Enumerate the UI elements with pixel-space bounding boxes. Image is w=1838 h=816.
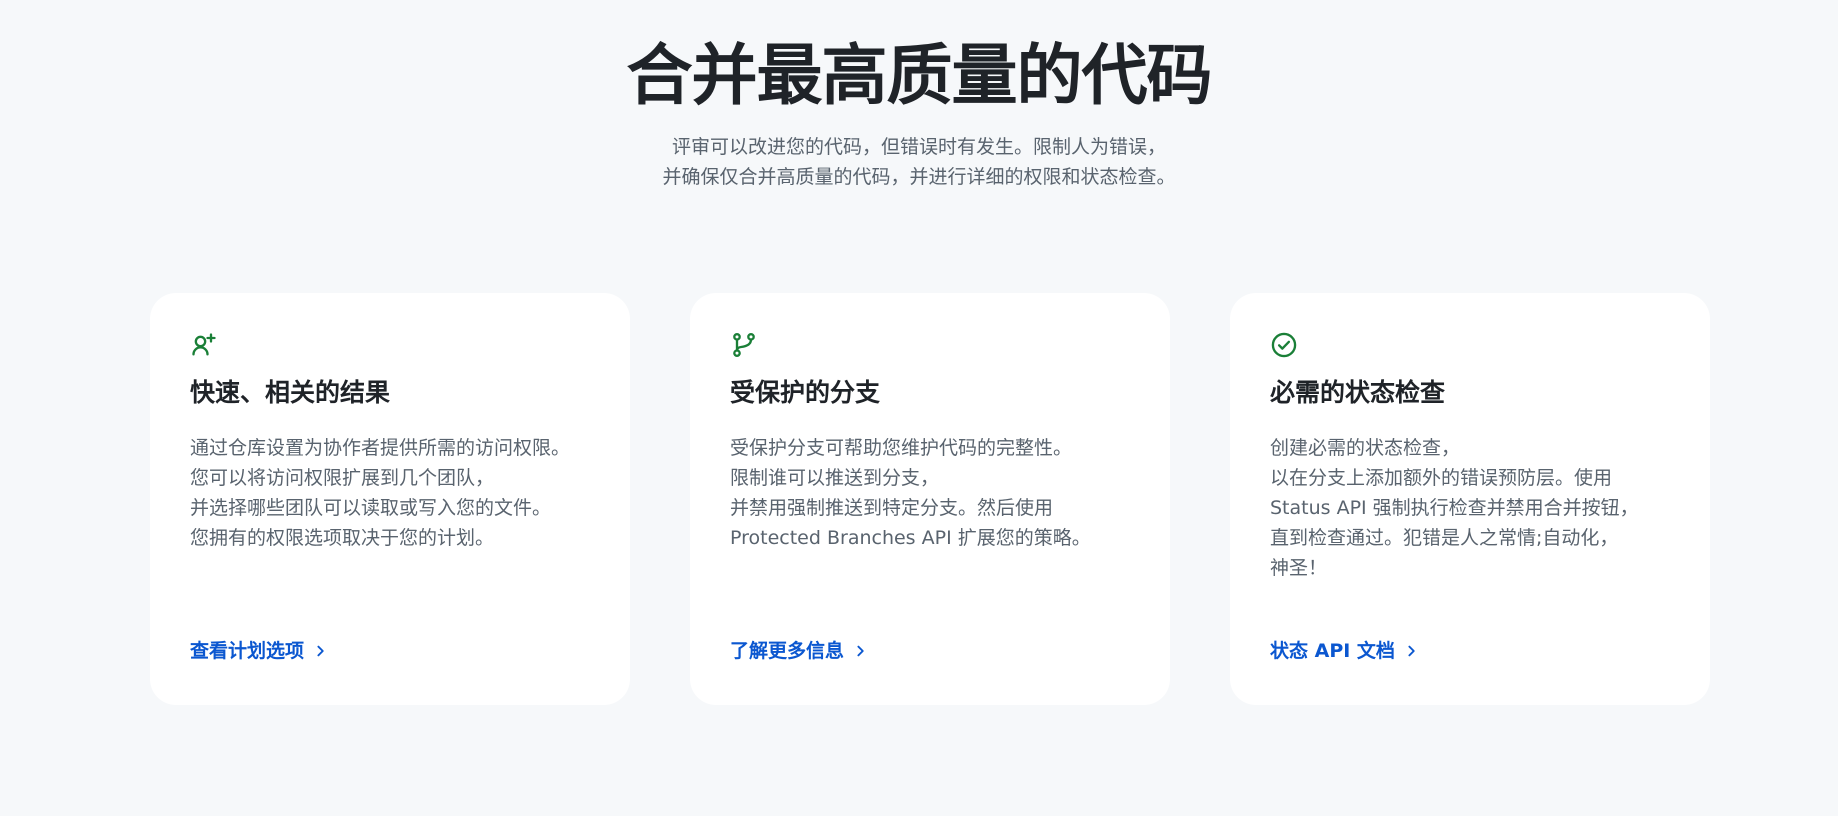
learn-more-link[interactable]: 了解更多信息 xyxy=(730,637,868,665)
git-branch-icon xyxy=(730,331,758,359)
hero-subtitle-line-1: 评审可以改进您的代码，但错误时有发生。限制人为错误， xyxy=(671,136,1166,158)
card-description-line: 创建必需的状态检查， xyxy=(1270,437,1461,459)
hero-subtitle: 评审可以改进您的代码，但错误时有发生。限制人为错误， 并确保仅合并高质量的代码，… xyxy=(419,132,1419,192)
card-link-label: 状态 API 文档 xyxy=(1270,640,1395,662)
card-description: 通过仓库设置为协作者提供所需的访问权限。 您可以将访问权限扩展到几个团队， 并选… xyxy=(190,433,590,553)
status-api-docs-link[interactable]: 状态 API 文档 xyxy=(1270,637,1419,665)
chevron-right-icon xyxy=(854,644,868,658)
card-link-label: 了解更多信息 xyxy=(730,640,845,662)
card-description-line: 并选择哪些团队可以读取或写入您的文件。 xyxy=(190,497,552,519)
card-title: 必需的状态检查 xyxy=(1270,378,1446,407)
card-description-line: Protected Branches API 扩展您的策略。 xyxy=(730,527,1091,549)
card-description-line: 神圣！ xyxy=(1270,557,1328,579)
feature-cards: 快速、相关的结果 通过仓库设置为协作者提供所需的访问权限。 您可以将访问权限扩展… xyxy=(150,293,1710,705)
hero-section: 合并最高质量的代码 评审可以改进您的代码，但错误时有发生。限制人为错误， 并确保… xyxy=(0,34,1838,192)
chevron-right-icon xyxy=(314,644,328,658)
card-description: 创建必需的状态检查， 以在分支上添加额外的错误预防层。使用 Status API… xyxy=(1270,433,1670,583)
card-title: 受保护的分支 xyxy=(730,378,881,407)
card-title: 快速、相关的结果 xyxy=(190,378,391,407)
feature-card-protected-branches: 受保护的分支 受保护分支可帮助您维护代码的完整性。 限制谁可以推送到分支， 并禁… xyxy=(690,293,1170,705)
feature-card-permissions: 快速、相关的结果 通过仓库设置为协作者提供所需的访问权限。 您可以将访问权限扩展… xyxy=(150,293,630,705)
card-description-line: 以在分支上添加额外的错误预防层。使用 xyxy=(1270,467,1613,489)
card-description-line: 您拥有的权限选项取决于您的计划。 xyxy=(190,527,495,549)
hero-subtitle-line-2: 并确保仅合并高质量的代码，并进行详细的权限和状态检查。 xyxy=(662,166,1176,188)
card-description-line: 限制谁可以推送到分支， xyxy=(730,467,940,489)
page: 合并最高质量的代码 评审可以改进您的代码，但错误时有发生。限制人为错误， 并确保… xyxy=(0,0,1838,816)
chevron-right-icon xyxy=(1405,644,1419,658)
feature-card-status-checks: 必需的状态检查 创建必需的状态检查， 以在分支上添加额外的错误预防层。使用 St… xyxy=(1230,293,1710,705)
card-description-line: 直到检查通过。犯错是人之常情;自动化， xyxy=(1270,527,1619,549)
person-add-icon xyxy=(190,331,218,359)
card-description-line: 并禁用强制推送到特定分支。然后使用 xyxy=(730,497,1054,519)
card-description-line: 通过仓库设置为协作者提供所需的访问权限。 xyxy=(190,437,571,459)
card-description: 受保护分支可帮助您维护代码的完整性。 限制谁可以推送到分支， 并禁用强制推送到特… xyxy=(730,433,1130,553)
check-circle-icon xyxy=(1270,331,1298,359)
card-description-line: 您可以将访问权限扩展到几个团队， xyxy=(190,467,495,489)
page-title: 合并最高质量的代码 xyxy=(626,37,1213,114)
card-description-line: 受保护分支可帮助您维护代码的完整性。 xyxy=(730,437,1073,459)
view-plan-options-link[interactable]: 查看计划选项 xyxy=(190,637,328,665)
card-description-line: Status API 强制执行检查并禁用合并按钮， xyxy=(1270,497,1639,519)
card-link-label: 查看计划选项 xyxy=(190,640,305,662)
